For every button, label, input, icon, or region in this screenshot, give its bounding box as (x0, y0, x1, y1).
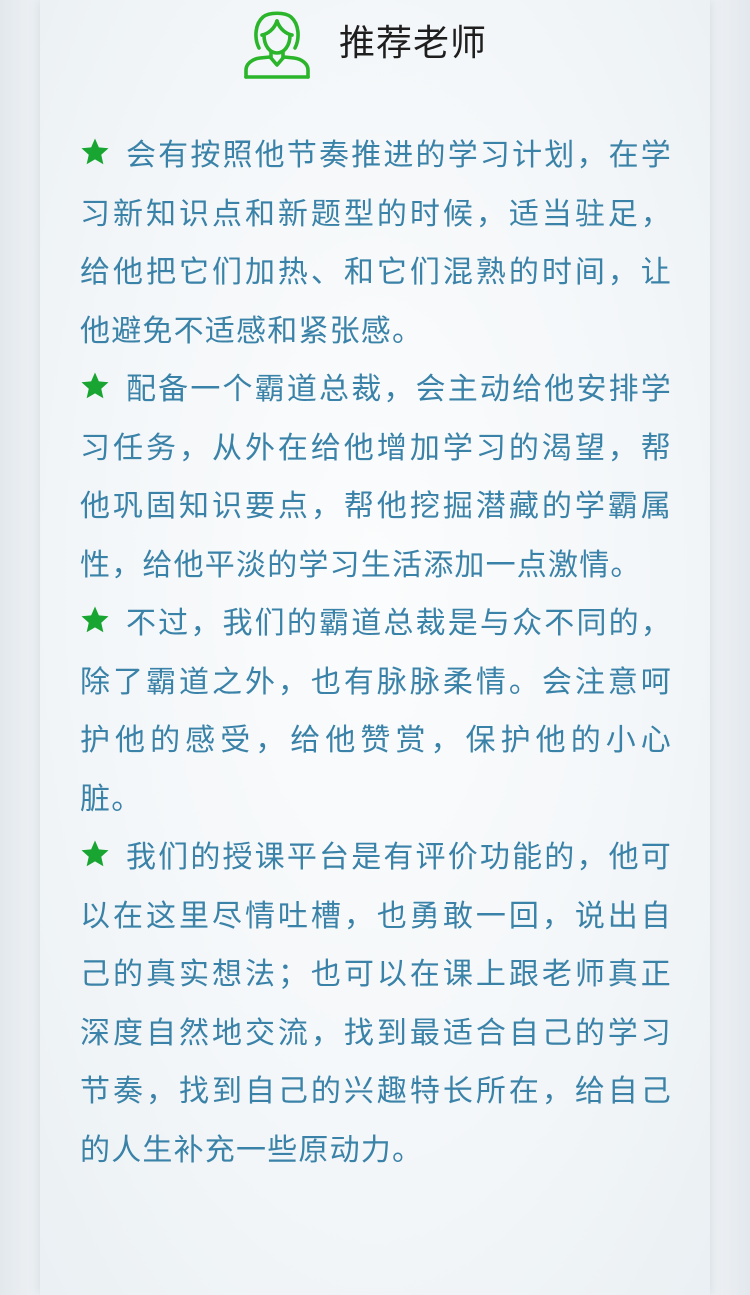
paragraph: 会有按照他节奏推进的学习计划，在学习新知识点和新题型的时候，适当驻足，给他把它们… (80, 127, 672, 361)
teacher-female-icon (244, 11, 310, 79)
paragraph-text: 我们的授课平台是有评价功能的，他可以在这里尽情吐槽，也勇敢一回，说出自己的真实想… (80, 840, 672, 1168)
paragraph-text: 不过，我们的霸道总裁是与众不同的，除了霸道之外，也有脉脉柔情。会注意呵护他的感受… (80, 606, 672, 817)
section-header: 推荐老师 (40, 8, 710, 84)
paragraph-list: 会有按照他节奏推进的学习计划，在学习新知识点和新题型的时候，适当驻足，给他把它们… (80, 127, 672, 1180)
star-icon (81, 606, 109, 633)
paragraph: 不过，我们的霸道总裁是与众不同的，除了霸道之外，也有脉脉柔情。会注意呵护他的感受… (80, 595, 672, 829)
paragraph: 我们的授课平台是有评价功能的，他可以在这里尽情吐槽，也勇敢一回，说出自己的真实想… (80, 829, 672, 1180)
star-icon (81, 840, 109, 867)
paragraph: 配备一个霸道总裁，会主动给他安排学习任务，从外在给他增加学习的渴望，帮他巩固知识… (80, 361, 672, 595)
page: 推荐老师 会有按照他节奏推进的学习计划，在学习新知识点和新题型的时候，适当驻足，… (0, 0, 750, 1295)
star-icon (81, 138, 109, 165)
content-card: 推荐老师 会有按照他节奏推进的学习计划，在学习新知识点和新题型的时候，适当驻足，… (40, 0, 710, 1295)
page-title: 推荐老师 (339, 23, 488, 64)
paragraph-text: 会有按照他节奏推进的学习计划，在学习新知识点和新题型的时候，适当驻足，给他把它们… (80, 138, 672, 349)
paragraph-text: 配备一个霸道总裁，会主动给他安排学习任务，从外在给他增加学习的渴望，帮他巩固知识… (80, 372, 672, 583)
star-icon (81, 372, 109, 399)
